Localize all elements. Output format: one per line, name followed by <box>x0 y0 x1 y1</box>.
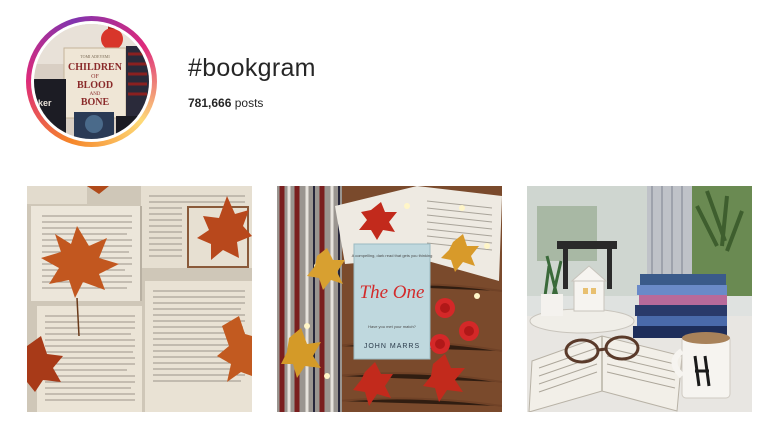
post-count: 781,666 posts <box>188 96 263 110</box>
post-thumbnail-1[interactable] <box>27 186 252 412</box>
svg-text:The One: The One <box>360 282 425 303</box>
avatar: TOMI ADEYEMI CHILDREN OF BLOOD AND BONE … <box>31 21 152 142</box>
hashtag-avatar: TOMI ADEYEMI CHILDREN OF BLOOD AND BONE … <box>26 16 157 147</box>
svg-text:ker: ker <box>38 98 52 108</box>
avatar-image: TOMI ADEYEMI CHILDREN OF BLOOD AND BONE … <box>34 24 149 139</box>
post-count-label: posts <box>231 96 264 110</box>
post-image-the-one: A compelling, dark read that gets you th… <box>277 186 502 412</box>
post-count-value: 781,666 <box>188 96 232 110</box>
svg-text:A compelling, dark read that g: A compelling, dark read that gets you th… <box>352 253 433 258</box>
svg-text:TOMI ADEYEMI: TOMI ADEYEMI <box>80 54 110 59</box>
svg-text:BLOOD: BLOOD <box>77 80 113 91</box>
hashtag-title: #bookgram <box>188 54 316 82</box>
post-thumbnail-2[interactable]: A compelling, dark read that gets you th… <box>277 186 502 412</box>
post-thumbnail-3[interactable] <box>527 186 752 412</box>
svg-text:Have you met your match?: Have you met your match? <box>368 324 417 329</box>
post-image-autumn-books <box>27 186 252 412</box>
post-image-books-mug <box>527 186 752 412</box>
svg-text:CHILDREN: CHILDREN <box>68 62 123 73</box>
svg-text:JOHN MARRS: JOHN MARRS <box>364 343 420 350</box>
svg-text:BONE: BONE <box>81 97 110 108</box>
